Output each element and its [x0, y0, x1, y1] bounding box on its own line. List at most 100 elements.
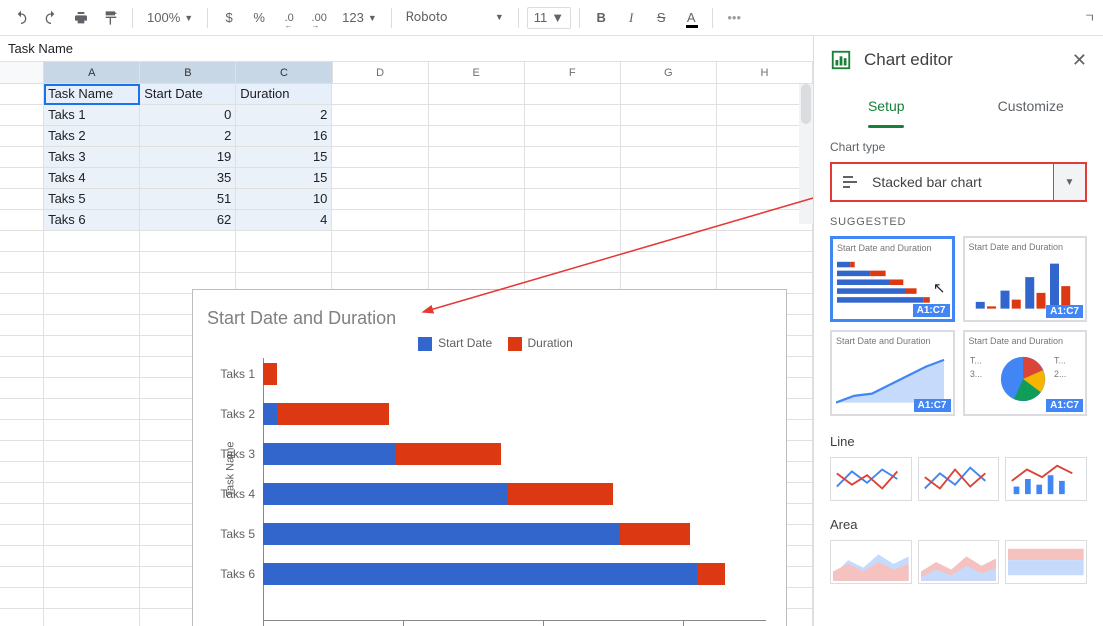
row-header[interactable] — [0, 567, 44, 588]
line-chart-1[interactable] — [830, 457, 912, 501]
cell[interactable] — [429, 210, 525, 231]
more-button[interactable]: ••• — [721, 5, 747, 31]
cell[interactable] — [429, 168, 525, 189]
cell[interactable] — [44, 315, 140, 336]
cell[interactable] — [140, 252, 236, 273]
cell[interactable] — [429, 147, 525, 168]
cell[interactable] — [44, 588, 140, 609]
cell[interactable] — [44, 420, 140, 441]
cell[interactable] — [717, 252, 813, 273]
cell[interactable] — [429, 231, 525, 252]
line-chart-3[interactable] — [1005, 457, 1087, 501]
row-header[interactable] — [0, 420, 44, 441]
row-header[interactable] — [0, 546, 44, 567]
row-header[interactable] — [0, 441, 44, 462]
row-header[interactable] — [0, 504, 44, 525]
col-header-D[interactable]: D — [333, 62, 429, 83]
formula-bar[interactable]: Task Name — [0, 36, 813, 62]
zoom-select[interactable]: 100%▼ — [141, 5, 199, 31]
text-color-button[interactable]: A — [678, 5, 704, 31]
row-header[interactable] — [0, 126, 44, 147]
cell[interactable]: Taks 3 — [44, 147, 140, 168]
cell[interactable]: 10 — [236, 189, 332, 210]
col-header-E[interactable]: E — [429, 62, 525, 83]
row-header[interactable] — [0, 609, 44, 626]
cell[interactable] — [429, 252, 525, 273]
col-header-F[interactable]: F — [525, 62, 621, 83]
bold-button[interactable]: B — [588, 5, 614, 31]
col-header-A[interactable]: A — [44, 62, 140, 83]
suggested-chart-4[interactable]: Start Date and Duration T...3...T...2...… — [963, 330, 1088, 416]
print-button[interactable] — [68, 5, 94, 31]
cell[interactable] — [44, 546, 140, 567]
area-chart-2[interactable] — [918, 540, 1000, 584]
cell[interactable] — [429, 189, 525, 210]
strike-button[interactable]: S — [648, 5, 674, 31]
number-format-select[interactable]: 123▼ — [336, 5, 383, 31]
cell[interactable] — [44, 525, 140, 546]
chart-type-select[interactable]: Stacked bar chart ▼ — [830, 162, 1087, 202]
cell[interactable]: 2 — [236, 105, 332, 126]
tab-customize[interactable]: Customize — [959, 84, 1103, 128]
cell[interactable] — [525, 231, 621, 252]
cell[interactable]: 15 — [236, 147, 332, 168]
row-header[interactable] — [0, 525, 44, 546]
tab-setup[interactable]: Setup — [814, 84, 959, 128]
cell[interactable]: Taks 5 — [44, 189, 140, 210]
suggested-chart-3[interactable]: Start Date and Duration A1:C7 — [830, 330, 955, 416]
cell[interactable] — [429, 84, 525, 105]
cell[interactable] — [621, 210, 717, 231]
dec-less-button[interactable]: .0← — [276, 5, 302, 31]
cell[interactable] — [525, 105, 621, 126]
cell[interactable] — [44, 336, 140, 357]
cell[interactable]: 62 — [140, 210, 236, 231]
cell[interactable] — [332, 210, 428, 231]
cell[interactable] — [44, 357, 140, 378]
cell[interactable] — [44, 231, 140, 252]
cell[interactable]: 4 — [236, 210, 332, 231]
cell[interactable] — [236, 252, 332, 273]
collapse-toolbar-icon[interactable]: ㄱ — [1084, 9, 1095, 26]
cell[interactable] — [332, 252, 428, 273]
cell[interactable] — [621, 231, 717, 252]
cell[interactable] — [621, 252, 717, 273]
cell[interactable] — [525, 84, 621, 105]
cell[interactable] — [525, 189, 621, 210]
cell[interactable] — [429, 126, 525, 147]
italic-button[interactable]: I — [618, 5, 644, 31]
row-header[interactable] — [0, 273, 44, 294]
cell[interactable] — [621, 126, 717, 147]
cell[interactable]: Taks 4 — [44, 168, 140, 189]
cell[interactable] — [525, 147, 621, 168]
cell[interactable] — [525, 210, 621, 231]
row-header[interactable] — [0, 105, 44, 126]
cell[interactable] — [429, 105, 525, 126]
cell[interactable] — [44, 399, 140, 420]
area-chart-1[interactable] — [830, 540, 912, 584]
row-header[interactable] — [0, 168, 44, 189]
row-header[interactable] — [0, 189, 44, 210]
cell[interactable] — [621, 84, 717, 105]
currency-button[interactable]: $ — [216, 5, 242, 31]
cell[interactable]: 15 — [236, 168, 332, 189]
dec-more-button[interactable]: .00→ — [306, 5, 332, 31]
cell[interactable] — [44, 252, 140, 273]
cell[interactable] — [332, 105, 428, 126]
cell[interactable] — [525, 126, 621, 147]
cell[interactable]: Duration — [236, 84, 332, 105]
cell[interactable] — [332, 84, 428, 105]
cell[interactable]: Start Date — [140, 84, 236, 105]
cell[interactable]: 2 — [140, 126, 236, 147]
col-header-B[interactable]: B — [140, 62, 236, 83]
row-header[interactable] — [0, 315, 44, 336]
row-header[interactable] — [0, 378, 44, 399]
row-header[interactable] — [0, 588, 44, 609]
cell[interactable] — [44, 504, 140, 525]
cell[interactable] — [44, 441, 140, 462]
row-header[interactable] — [0, 483, 44, 504]
row-header[interactable] — [0, 336, 44, 357]
cell[interactable] — [332, 231, 428, 252]
cell[interactable]: Taks 1 — [44, 105, 140, 126]
font-size-select[interactable]: 11▼ — [527, 7, 571, 29]
select-all-cell[interactable] — [0, 62, 44, 83]
